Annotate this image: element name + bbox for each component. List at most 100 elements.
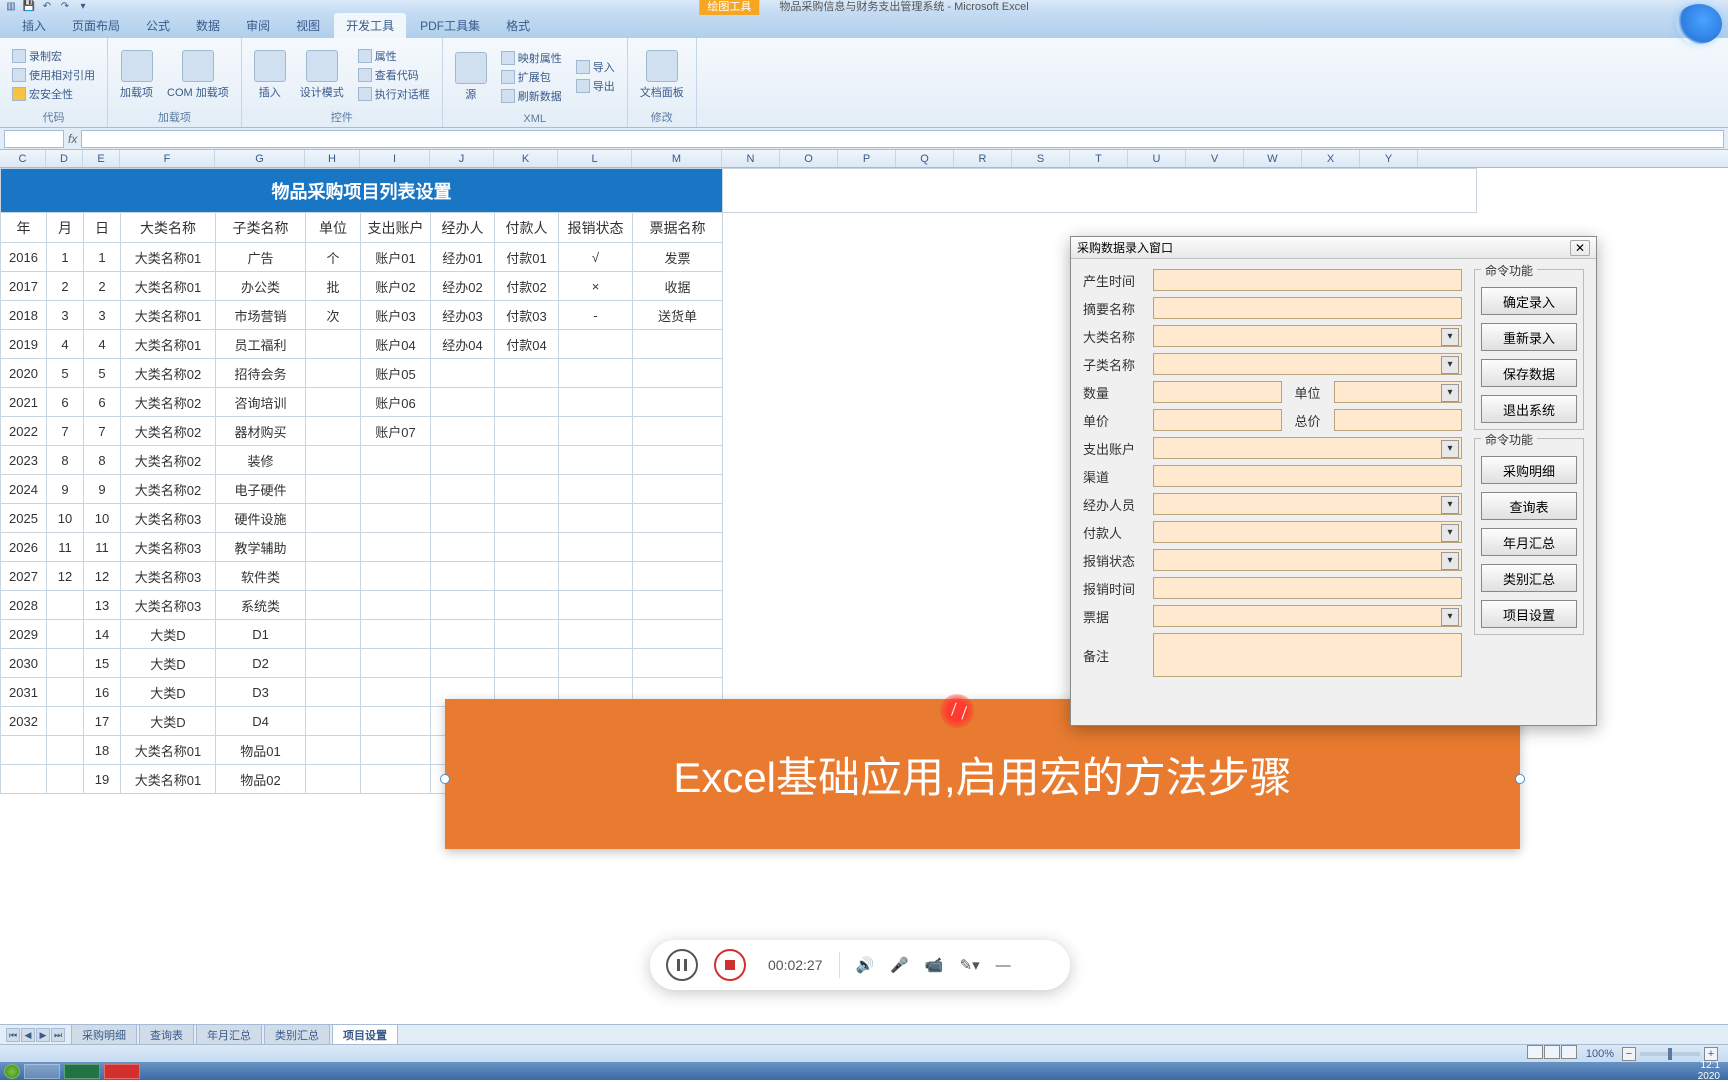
tab-developer[interactable]: 开发工具 (334, 13, 406, 38)
tab-data[interactable]: 数据 (184, 13, 232, 38)
cell[interactable] (431, 446, 495, 475)
start-button[interactable] (4, 1064, 20, 1079)
sheet-tab[interactable]: 查询表 (139, 1024, 194, 1045)
query-button[interactable]: 查询表 (1481, 492, 1577, 520)
cell[interactable] (559, 330, 633, 359)
table-title[interactable]: 物品采购项目列表设置 (1, 169, 723, 213)
cell[interactable] (361, 591, 431, 620)
cell[interactable]: 4 (84, 330, 121, 359)
cell[interactable]: 2031 (1, 678, 47, 707)
cell[interactable]: 物品01 (216, 736, 306, 765)
cell[interactable]: 次 (306, 301, 361, 330)
cell[interactable]: 2027 (1, 562, 47, 591)
design-mode-button[interactable]: 设计模式 (296, 48, 348, 102)
cell[interactable] (431, 562, 495, 591)
cell[interactable] (47, 620, 84, 649)
input-remark[interactable] (1153, 633, 1462, 677)
cell[interactable]: D3 (216, 678, 306, 707)
project-button[interactable]: 项目设置 (1481, 600, 1577, 628)
cell[interactable] (633, 591, 723, 620)
cell[interactable] (431, 591, 495, 620)
cell[interactable] (495, 649, 559, 678)
cell[interactable] (306, 417, 361, 446)
cell[interactable] (633, 446, 723, 475)
tab-view[interactable]: 视图 (284, 13, 332, 38)
cell[interactable] (495, 620, 559, 649)
cell[interactable] (1, 736, 47, 765)
cell[interactable] (361, 475, 431, 504)
cell[interactable]: 大类名称01 (121, 301, 216, 330)
cell[interactable]: 3 (47, 301, 84, 330)
cell[interactable] (495, 417, 559, 446)
cell[interactable]: 软件类 (216, 562, 306, 591)
cell[interactable]: 大类名称01 (121, 243, 216, 272)
sheet-tab[interactable]: 年月汇总 (196, 1024, 262, 1045)
cell[interactable]: 1 (84, 243, 121, 272)
properties-button[interactable]: 属性 (354, 47, 434, 65)
input-reimb-time[interactable] (1153, 577, 1462, 599)
cell[interactable]: 硬件设施 (216, 504, 306, 533)
cell[interactable] (431, 417, 495, 446)
xml-export-button[interactable]: 导出 (572, 77, 619, 95)
volume-icon[interactable]: 🔊 (856, 956, 875, 974)
tab-review[interactable]: 审阅 (234, 13, 282, 38)
cell[interactable]: 系统类 (216, 591, 306, 620)
cell[interactable] (306, 765, 361, 794)
cell[interactable] (495, 475, 559, 504)
cell[interactable] (431, 475, 495, 504)
col-header[interactable]: T (1070, 150, 1128, 167)
tab-formulas[interactable]: 公式 (134, 13, 182, 38)
cell[interactable]: 付款04 (495, 330, 559, 359)
dialog-titlebar[interactable]: 采购数据录入窗口 ✕ (1071, 237, 1596, 259)
cell[interactable] (633, 330, 723, 359)
cell[interactable]: 2029 (1, 620, 47, 649)
cell[interactable] (306, 388, 361, 417)
zoom-out-button[interactable]: − (1622, 1047, 1636, 1061)
insert-control-button[interactable]: 插入 (250, 48, 290, 102)
xml-import-button[interactable]: 导入 (572, 58, 619, 76)
col-header[interactable]: V (1186, 150, 1244, 167)
cell[interactable] (495, 359, 559, 388)
cell[interactable]: 6 (84, 388, 121, 417)
cell[interactable]: 账户07 (361, 417, 431, 446)
cell[interactable]: 账户06 (361, 388, 431, 417)
cell[interactable]: 2032 (1, 707, 47, 736)
cell[interactable]: 批 (306, 272, 361, 301)
com-addins-button[interactable]: COM 加载项 (163, 48, 233, 102)
col-header[interactable]: Y (1360, 150, 1418, 167)
input-time[interactable] (1153, 269, 1462, 291)
cell[interactable]: 物品02 (216, 765, 306, 794)
col-header[interactable]: E (83, 150, 120, 167)
col-header[interactable]: L (558, 150, 632, 167)
col-header[interactable]: H (305, 150, 360, 167)
thunder-bird-icon[interactable] (1676, 4, 1722, 44)
cell[interactable]: √ (559, 243, 633, 272)
sheet-tab[interactable]: 类别汇总 (264, 1024, 330, 1045)
col-header[interactable]: F (120, 150, 215, 167)
cell[interactable]: 器材购买 (216, 417, 306, 446)
taskbar-item-excel[interactable] (64, 1064, 100, 1079)
col-header[interactable]: N (722, 150, 780, 167)
cell[interactable] (361, 678, 431, 707)
cell[interactable]: 2 (84, 272, 121, 301)
combo-category[interactable] (1153, 325, 1462, 347)
cell[interactable] (633, 388, 723, 417)
tab-format[interactable]: 格式 (494, 13, 542, 38)
next-sheet-icon[interactable]: ▶ (36, 1028, 50, 1042)
cell[interactable] (559, 620, 633, 649)
save-button[interactable]: 保存数据 (1481, 359, 1577, 387)
cell[interactable]: 电子硬件 (216, 475, 306, 504)
fx-icon[interactable]: fx (68, 132, 77, 146)
column-header-cell[interactable]: 月 (47, 213, 84, 243)
cell[interactable] (306, 562, 361, 591)
cell[interactable]: 6 (47, 388, 84, 417)
cell[interactable] (559, 417, 633, 446)
combo-account[interactable] (1153, 437, 1462, 459)
confirm-button[interactable]: 确定录入 (1481, 287, 1577, 315)
col-header[interactable]: W (1244, 150, 1302, 167)
cell[interactable]: 2019 (1, 330, 47, 359)
cell[interactable]: 发票 (633, 243, 723, 272)
cell[interactable]: 大类名称03 (121, 562, 216, 591)
cell[interactable] (633, 475, 723, 504)
col-header[interactable]: R (954, 150, 1012, 167)
